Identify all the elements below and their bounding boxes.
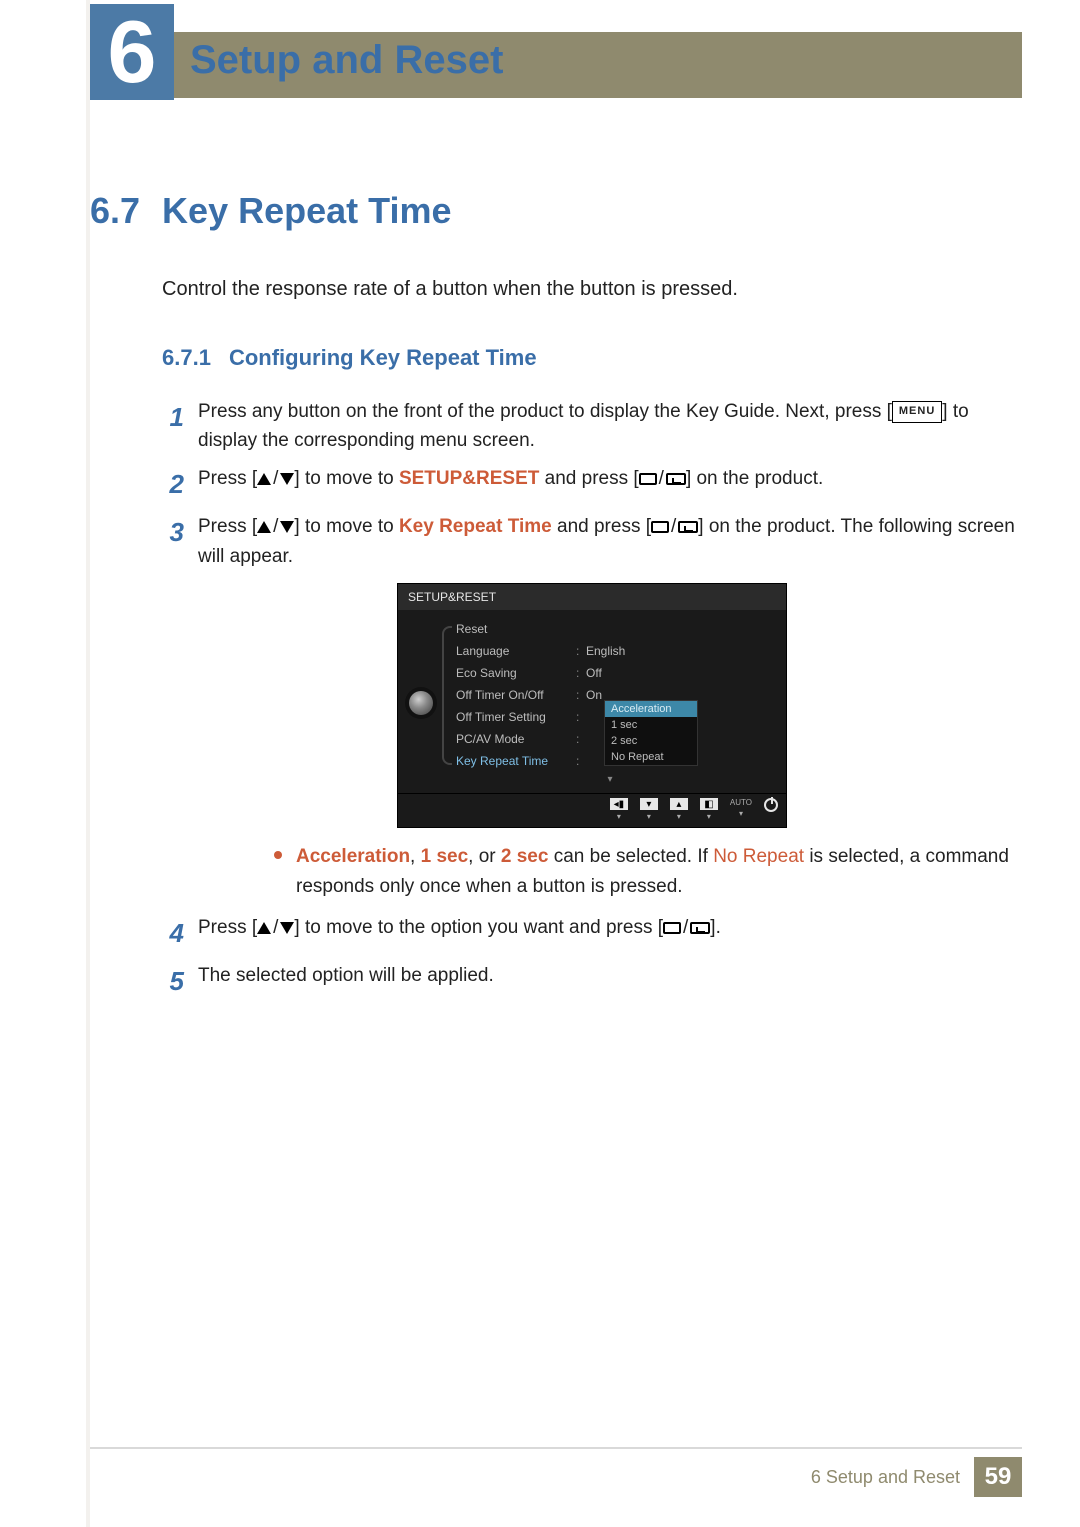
osd-btn-power (764, 798, 778, 821)
subsection-title: Configuring Key Repeat Time (229, 345, 537, 371)
step-number: 2 (162, 464, 184, 504)
osd-screenshot: SETUP&RESET Reset Language:English Eco S… (397, 583, 787, 828)
source-icon (639, 473, 657, 485)
section-number: 6.7 (90, 190, 140, 232)
step-number: 1 (162, 397, 184, 456)
bullet-note: Acceleration, 1 sec, or 2 sec can be sel… (274, 842, 1022, 901)
osd-body: Reset Language:English Eco Saving:Off Of… (398, 610, 786, 793)
page: 6 Setup and Reset 6.7 Key Repeat Time Co… (0, 0, 1080, 1527)
step-text: Press [ / ] to move to the option you wa… (198, 913, 1022, 953)
step-text: Press any button on the front of the pro… (198, 397, 1022, 456)
section-intro: Control the response rate of a button wh… (162, 278, 1022, 301)
enter-icon (678, 521, 698, 533)
content: 6.7 Key Repeat Time Control the response… (90, 190, 1022, 1010)
step-number: 3 (162, 512, 184, 571)
osd-title: SETUP&RESET (398, 584, 786, 610)
step-number: 5 (162, 961, 184, 1001)
step-2: 2 Press [ / ] to move to SETUP&RESET and… (162, 464, 1022, 504)
osd-option-2sec: 2 sec (605, 733, 697, 749)
page-number: 59 (974, 1457, 1022, 1497)
section-heading: 6.7 Key Repeat Time (90, 190, 1022, 232)
triangle-up-icon (257, 922, 271, 934)
osd-btn-back: ◂▮▾ (610, 798, 628, 821)
bullet-icon (274, 851, 282, 859)
menu-icon: MENU (892, 401, 942, 422)
osd-footer: ◂▮▾ ▾▾ ▴▾ ◧▾ AUTO▾ (398, 793, 786, 827)
osd-option-acceleration: Acceleration (605, 701, 697, 717)
source-enter-icon: / (639, 464, 686, 493)
source-enter-icon: / (651, 512, 698, 541)
source-icon (651, 521, 669, 533)
gear-icon (409, 691, 433, 715)
subsection-heading: 6.7.1 Configuring Key Repeat Time (162, 345, 1022, 371)
step-text: Press [ / ] to move to Key Repeat Time a… (198, 512, 1022, 571)
chevron-down-icon: ▾ (444, 772, 776, 787)
osd-row-eco-saving: Eco Saving:Off (444, 662, 776, 684)
osd-option-1sec: 1 sec (605, 717, 697, 733)
osd-row-language: Language:English (444, 640, 776, 662)
osd-btn-enter: ◧▾ (700, 798, 718, 821)
power-icon (764, 798, 778, 812)
source-icon (663, 922, 681, 934)
triangle-up-icon (257, 473, 271, 485)
osd-dropdown: Acceleration 1 sec 2 sec No Repeat (604, 700, 698, 766)
up-down-icon: / (257, 512, 294, 541)
osd-option-norepeat: No Repeat (605, 749, 697, 765)
keyword-setup-reset: SETUP&RESET (399, 468, 539, 489)
osd-btn-down: ▾▾ (640, 798, 658, 821)
up-down-icon: / (257, 913, 294, 942)
step-3: 3 Press [ / ] to move to Key Repeat Time… (162, 512, 1022, 571)
footer-chapter-label: 6 Setup and Reset (811, 1467, 960, 1488)
triangle-down-icon (280, 521, 294, 533)
step-1: 1 Press any button on the front of the p… (162, 397, 1022, 456)
triangle-down-icon (280, 473, 294, 485)
left-rail (0, 0, 90, 1527)
osd-row-reset: Reset (444, 618, 776, 640)
osd-panel: SETUP&RESET Reset Language:English Eco S… (397, 583, 787, 828)
bullet-text: Acceleration, 1 sec, or 2 sec can be sel… (296, 842, 1022, 901)
section-title: Key Repeat Time (162, 190, 451, 232)
osd-btn-up: ▴▾ (670, 798, 688, 821)
osd-btn-auto: AUTO▾ (730, 798, 752, 821)
keyword-key-repeat-time: Key Repeat Time (399, 516, 552, 537)
osd-left-column (404, 618, 438, 787)
chapter-number-box: 6 (90, 4, 174, 100)
enter-icon (690, 922, 710, 934)
up-down-icon: / (257, 464, 294, 493)
subsection-number: 6.7.1 (162, 345, 211, 371)
chapter-title: Setup and Reset (190, 38, 503, 83)
step-text: The selected option will be applied. (198, 961, 1022, 1001)
step-4: 4 Press [ / ] to move to the option you … (162, 913, 1022, 953)
chapter-number: 6 (108, 8, 157, 96)
step-number: 4 (162, 913, 184, 953)
step-5: 5 The selected option will be applied. (162, 961, 1022, 1001)
footer-rule (90, 1447, 1022, 1449)
footer: 6 Setup and Reset 59 (811, 1457, 1022, 1497)
triangle-down-icon (280, 922, 294, 934)
triangle-up-icon (257, 521, 271, 533)
enter-icon (666, 473, 686, 485)
steps-list: 1 Press any button on the front of the p… (162, 397, 1022, 1002)
step-text: Press [ / ] to move to SETUP&RESET and p… (198, 464, 1022, 504)
osd-rows: Reset Language:English Eco Saving:Off Of… (444, 618, 776, 787)
source-enter-icon: / (663, 913, 710, 942)
